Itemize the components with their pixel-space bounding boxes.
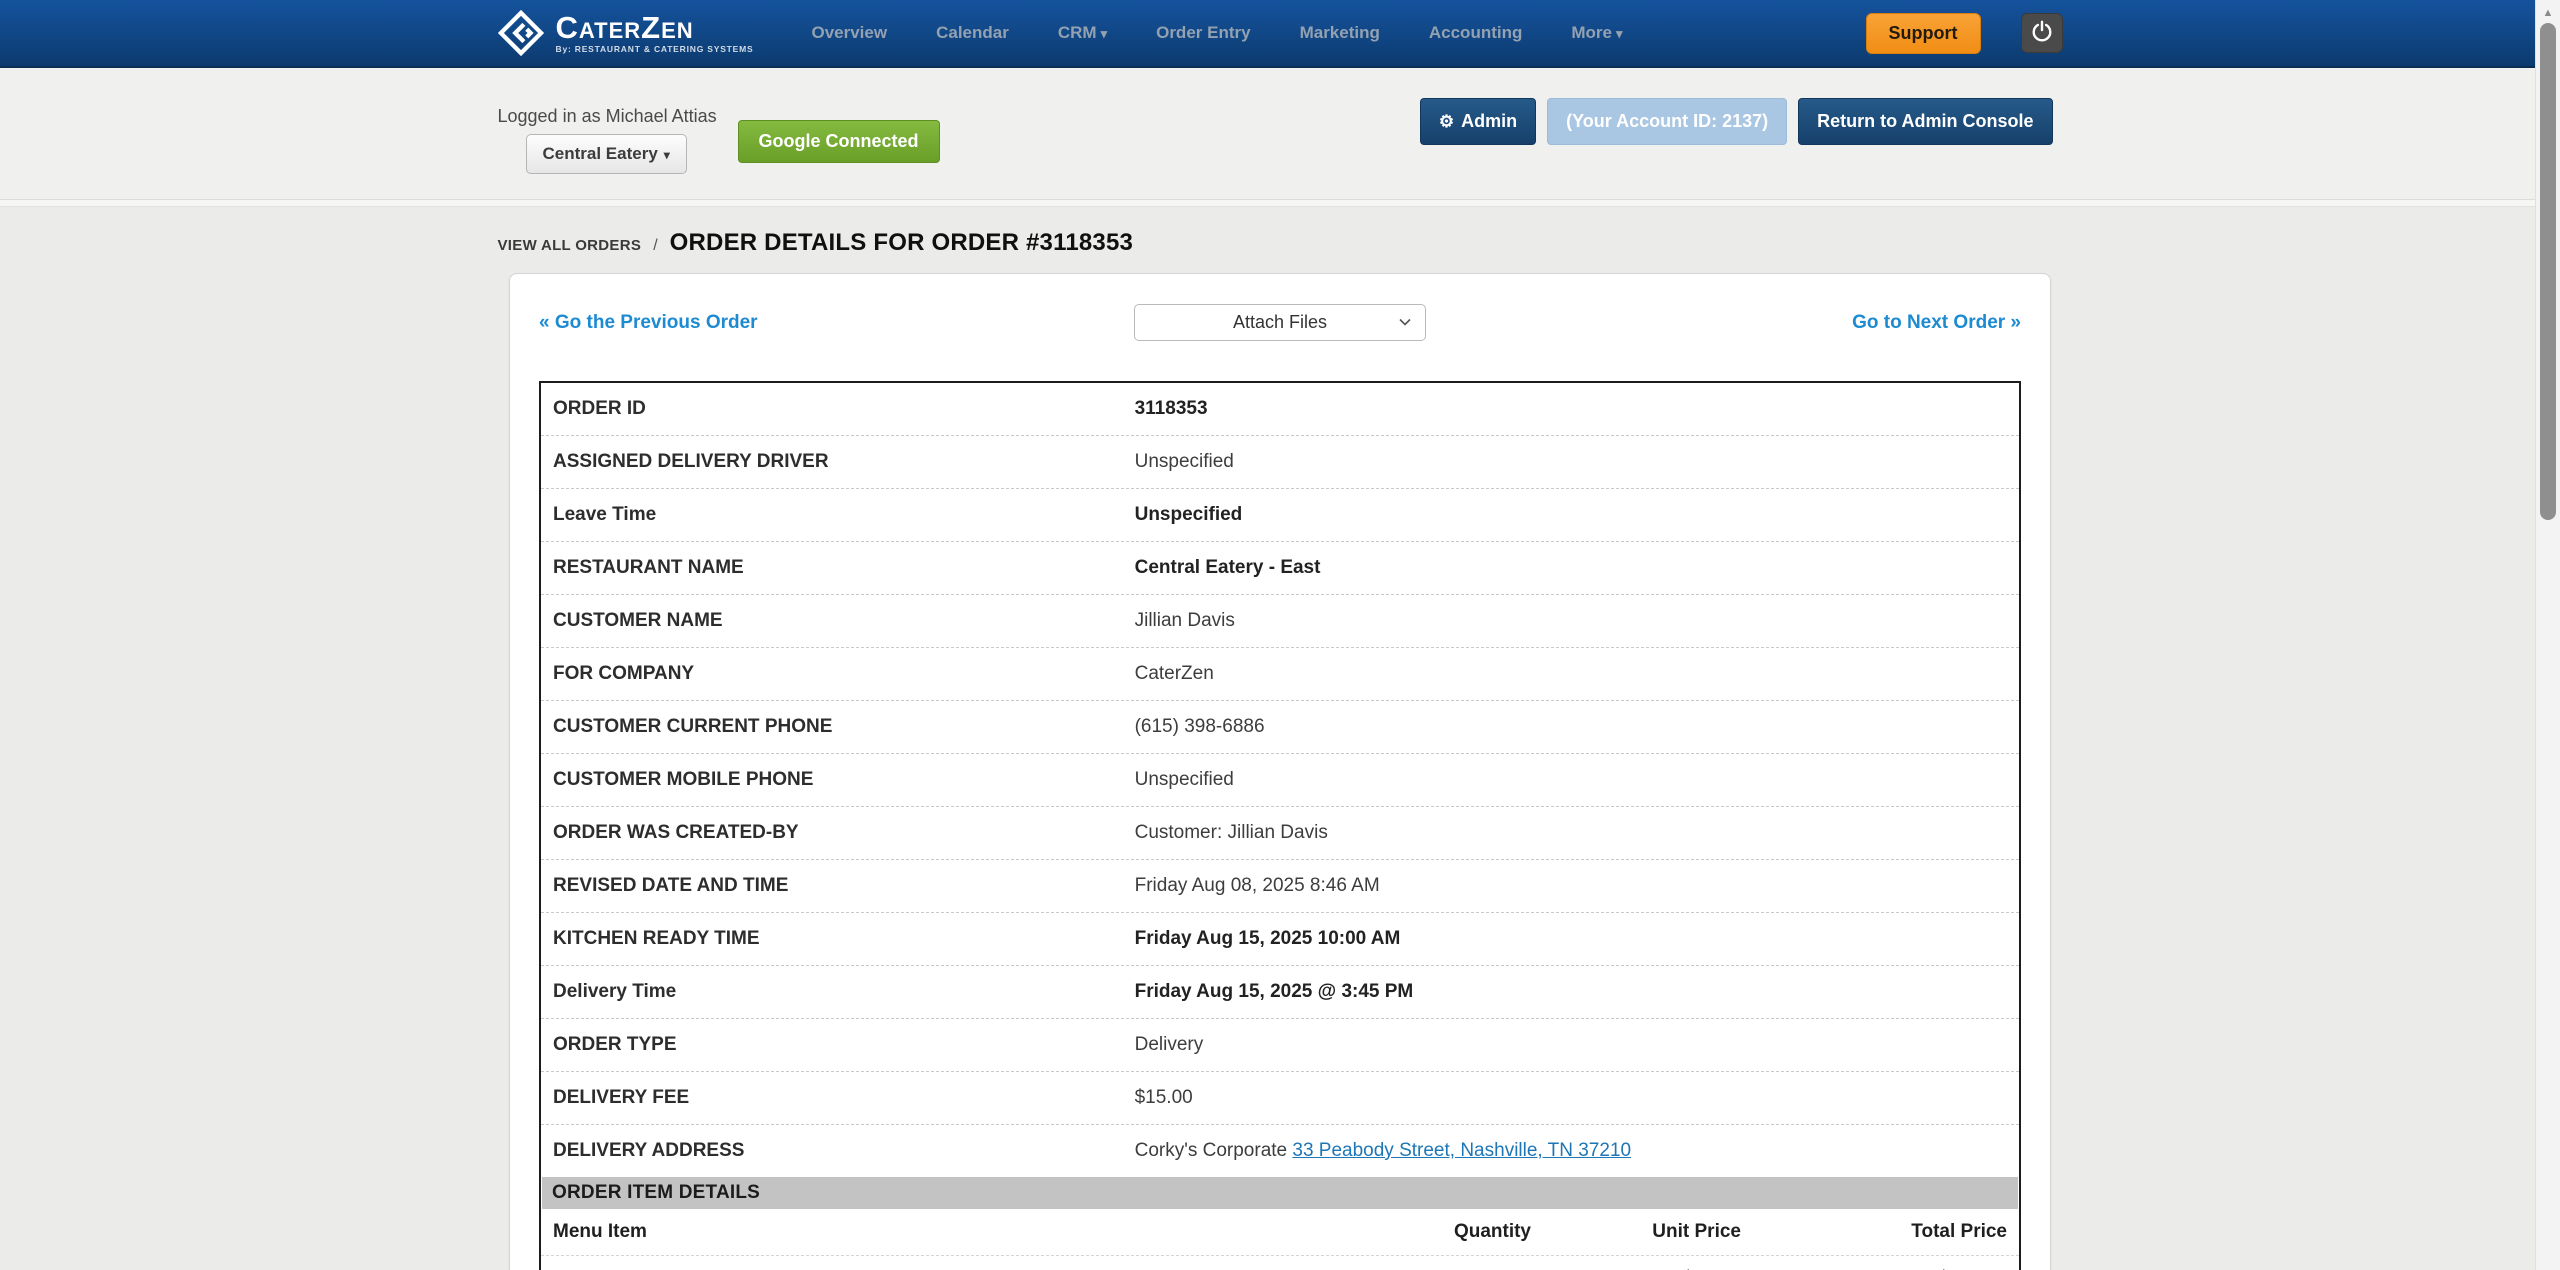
brand-tagline: By: RESTAURANT & CATERING SYSTEMS [556, 45, 754, 54]
order-items-header: Menu Item Quantity Unit Price Total Pric… [541, 1209, 2019, 1256]
header-divider [0, 200, 2560, 207]
column-unit-price: Unit Price [1531, 1221, 1741, 1243]
nav-item-order-entry[interactable]: Order Entry [1156, 23, 1250, 43]
caterzen-logo[interactable]: CaterZen By: RESTAURANT & CATERING SYSTE… [498, 10, 754, 56]
location-dropdown-button[interactable]: Central Eatery▾ [526, 134, 687, 174]
chevron-down-icon: ▾ [1101, 26, 1108, 41]
breadcrumb: VIEW ALL ORDERS / ORDER DETAILS FOR ORDE… [0, 207, 2560, 257]
order-details-table: ORDER ID 3118353 ASSIGNED DELIVERY DRIVE… [539, 381, 2021, 1270]
support-button[interactable]: Support [1866, 13, 1981, 54]
nav-item-accounting[interactable]: Accounting [1429, 23, 1523, 43]
column-quantity: Quantity [1371, 1221, 1531, 1243]
order-details-card: « Go the Previous Order Attach Files Go … [509, 273, 2051, 1270]
logout-power-button[interactable] [2021, 13, 2063, 53]
brand-title: CaterZen [556, 12, 754, 43]
power-icon [2031, 20, 2053, 47]
nav-item-overview[interactable]: Overview [811, 23, 887, 43]
detail-row-delivery-address: DELIVERY ADDRESS Corky's Corporate 33 Pe… [541, 1125, 2019, 1177]
account-id-badge: (Your Account ID: 2137) [1547, 98, 1787, 145]
detail-row-revised-date-time: REVISED DATE AND TIME Friday Aug 08, 202… [541, 860, 2019, 913]
detail-row-kitchen-ready-time: KITCHEN READY TIME Friday Aug 15, 2025 1… [541, 913, 2019, 966]
nav-item-more[interactable]: More▾ [1571, 23, 1622, 43]
detail-row-restaurant-name: RESTAURANT NAME Central Eatery - East [541, 542, 2019, 595]
next-order-link[interactable]: Go to Next Order » [1852, 312, 2021, 333]
chevron-down-icon: ▾ [1616, 26, 1623, 41]
scrollbar-thumb[interactable] [2540, 23, 2556, 520]
google-connected-button[interactable]: Google Connected [738, 120, 940, 163]
caterzen-diamond-icon [498, 10, 544, 56]
order-item-details-banner: ORDER ITEM DETAILS [542, 1177, 2018, 1209]
previous-order-link[interactable]: « Go the Previous Order [539, 312, 758, 333]
detail-row-assigned-delivery-driver: ASSIGNED DELIVERY DRIVER Unspecified [541, 436, 2019, 489]
delivery-address-link[interactable]: 33 Peabody Street, Nashville, TN 37210 [1292, 1140, 1631, 1161]
detail-row-delivery-time: Delivery Time Friday Aug 15, 2025 @ 3:45… [541, 966, 2019, 1019]
detail-row-delivery-fee: DELIVERY FEE $15.00 [541, 1072, 2019, 1125]
main-nav-menu: Overview Calendar CRM▾ Order Entry Marke… [811, 23, 1622, 43]
detail-row-for-company: FOR COMPANY CaterZen [541, 648, 2019, 701]
vertical-scrollbar[interactable]: ▲ [2535, 0, 2560, 1270]
logged-in-text: Logged in as Michael Attias [498, 106, 717, 127]
detail-row-order-created-by: ORDER WAS CREATED-BY Customer: Jillian D… [541, 807, 2019, 860]
nav-item-calendar[interactable]: Calendar [936, 23, 1009, 43]
detail-row-order-type: ORDER TYPE Delivery [541, 1019, 2019, 1072]
return-to-admin-console-button[interactable]: Return to Admin Console [1798, 98, 2052, 145]
page-title: ORDER DETAILS FOR ORDER #3118353 [670, 229, 1133, 257]
detail-row-customer-name: CUSTOMER NAME Jillian Davis [541, 595, 2019, 648]
detail-row-order-id: ORDER ID 3118353 [541, 383, 2019, 436]
breadcrumb-view-all-orders-link[interactable]: VIEW ALL ORDERS [498, 237, 642, 254]
top-navbar: CaterZen By: RESTAURANT & CATERING SYSTE… [0, 0, 2560, 68]
order-item-row: Basic BBQ Bar [Per Guest] 10 $12.00 $120… [541, 1256, 2019, 1270]
scroll-up-arrow-icon[interactable]: ▲ [2536, 0, 2560, 19]
admin-button[interactable]: ⚙Admin [1420, 98, 1536, 145]
detail-row-leave-time: Leave Time Unspecified [541, 489, 2019, 542]
nav-item-crm[interactable]: CRM▾ [1058, 23, 1107, 43]
attach-files-select[interactable]: Attach Files [1134, 304, 1426, 341]
nav-item-marketing[interactable]: Marketing [1300, 23, 1380, 43]
chevron-down-icon: ▾ [664, 148, 670, 162]
delivery-address-prefix: Corky's Corporate [1135, 1140, 1293, 1161]
detail-row-customer-current-phone: CUSTOMER CURRENT PHONE (615) 398-6886 [541, 701, 2019, 754]
chevron-down-icon [1397, 314, 1413, 335]
breadcrumb-separator: / [653, 237, 657, 255]
gear-icon: ⚙ [1439, 112, 1454, 131]
column-menu-item: Menu Item [553, 1221, 1371, 1243]
column-total-price: Total Price [1741, 1221, 2007, 1243]
detail-row-customer-mobile-phone: CUSTOMER MOBILE PHONE Unspecified [541, 754, 2019, 807]
order-nav-toolbar: « Go the Previous Order Attach Files Go … [539, 304, 2021, 341]
account-subheader: Logged in as Michael Attias Central Eate… [0, 68, 2560, 200]
